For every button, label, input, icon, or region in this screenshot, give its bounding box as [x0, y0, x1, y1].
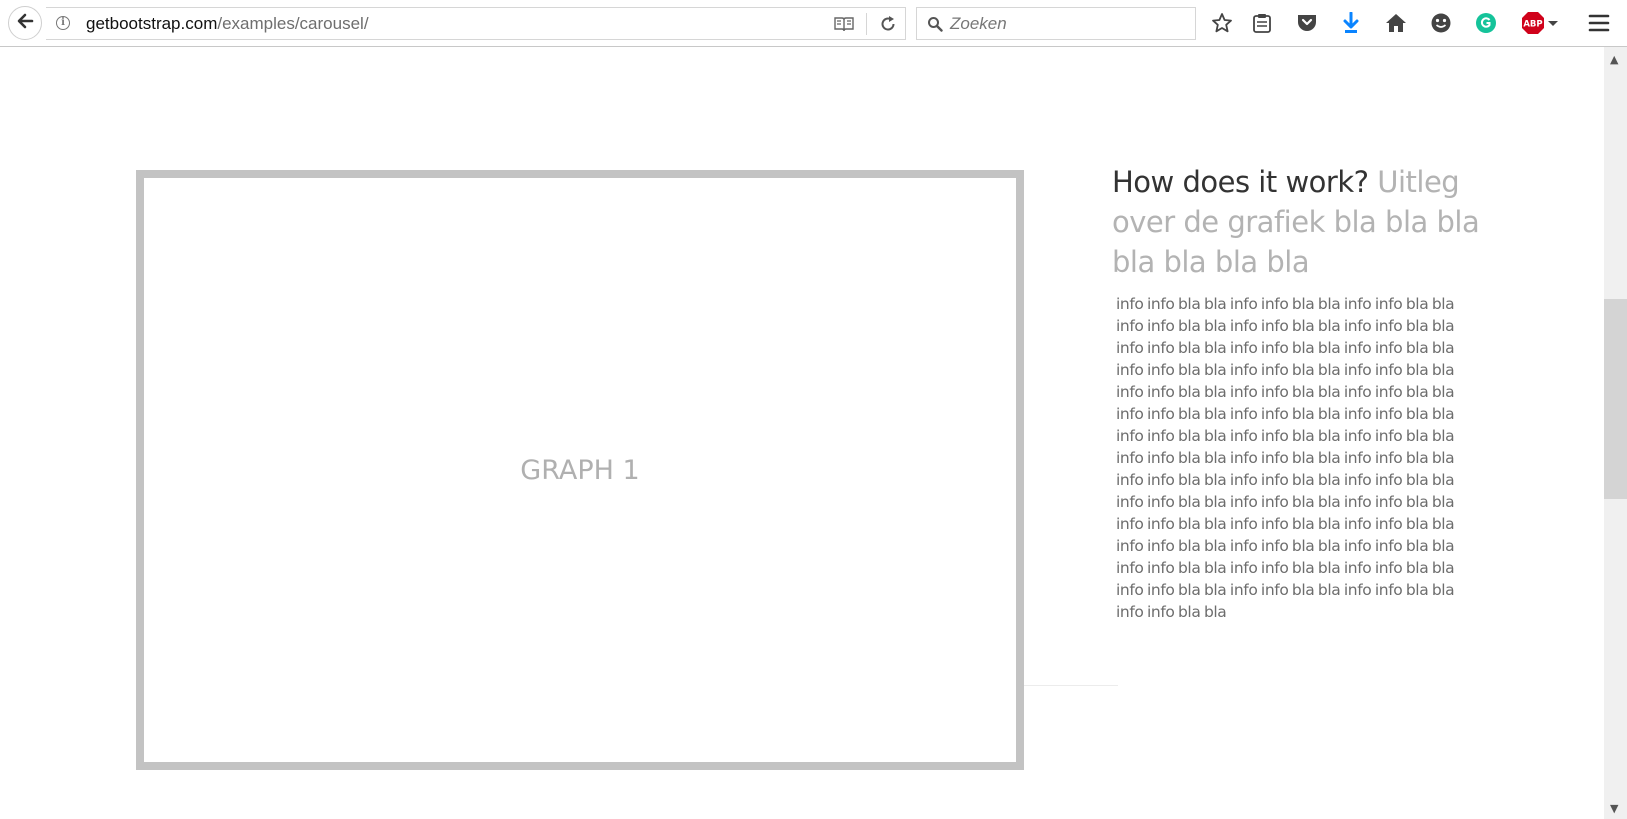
clipboard-icon[interactable]: [1250, 11, 1274, 35]
adblock-icon[interactable]: ABP: [1521, 11, 1561, 35]
info-icon[interactable]: i: [56, 16, 70, 30]
reload-icon[interactable]: [878, 14, 898, 38]
bookmark-star-icon[interactable]: [1210, 11, 1234, 35]
download-icon[interactable]: [1339, 11, 1363, 35]
scroll-up-icon[interactable]: ▲: [1610, 53, 1618, 66]
page-scrollbar[interactable]: ▲ ▼: [1604, 47, 1627, 819]
graph-placeholder: GRAPH 1: [136, 170, 1024, 770]
heading-title: How does it work?: [1112, 165, 1369, 199]
adblock-label: ABP: [1523, 20, 1542, 30]
home-icon[interactable]: [1384, 11, 1408, 35]
divider-line: [1024, 685, 1118, 686]
back-arrow-icon: [15, 11, 35, 35]
url-domain: getbootstrap.com: [86, 14, 218, 33]
url-bar-separator: [866, 13, 867, 35]
menu-icon[interactable]: [1587, 11, 1611, 35]
search-icon: [927, 16, 943, 36]
grammarly-icon[interactable]: [1474, 11, 1498, 35]
smiley-icon[interactable]: [1429, 11, 1453, 35]
explanation-body: info info bla bla info info bla bla info…: [1116, 295, 1455, 621]
pocket-icon[interactable]: [1295, 11, 1319, 35]
url-path: /examples/carousel/: [217, 14, 369, 33]
browser-toolbar: i getbootstrap.com/examples/carousel/ Zo…: [0, 0, 1627, 47]
explanation-heading: How does it work? Uitleg over de grafiek…: [1112, 162, 1492, 282]
scroll-thumb[interactable]: [1604, 299, 1627, 499]
search-placeholder: Zoeken: [950, 14, 1007, 33]
graph-label: GRAPH 1: [520, 454, 640, 486]
back-button[interactable]: [8, 6, 42, 40]
reader-view-icon[interactable]: [834, 16, 854, 36]
url-text[interactable]: getbootstrap.com/examples/carousel/: [86, 14, 369, 34]
url-bar[interactable]: i getbootstrap.com/examples/carousel/: [46, 7, 906, 40]
search-bar[interactable]: Zoeken: [916, 7, 1196, 40]
scroll-down-icon[interactable]: ▼: [1610, 802, 1618, 815]
